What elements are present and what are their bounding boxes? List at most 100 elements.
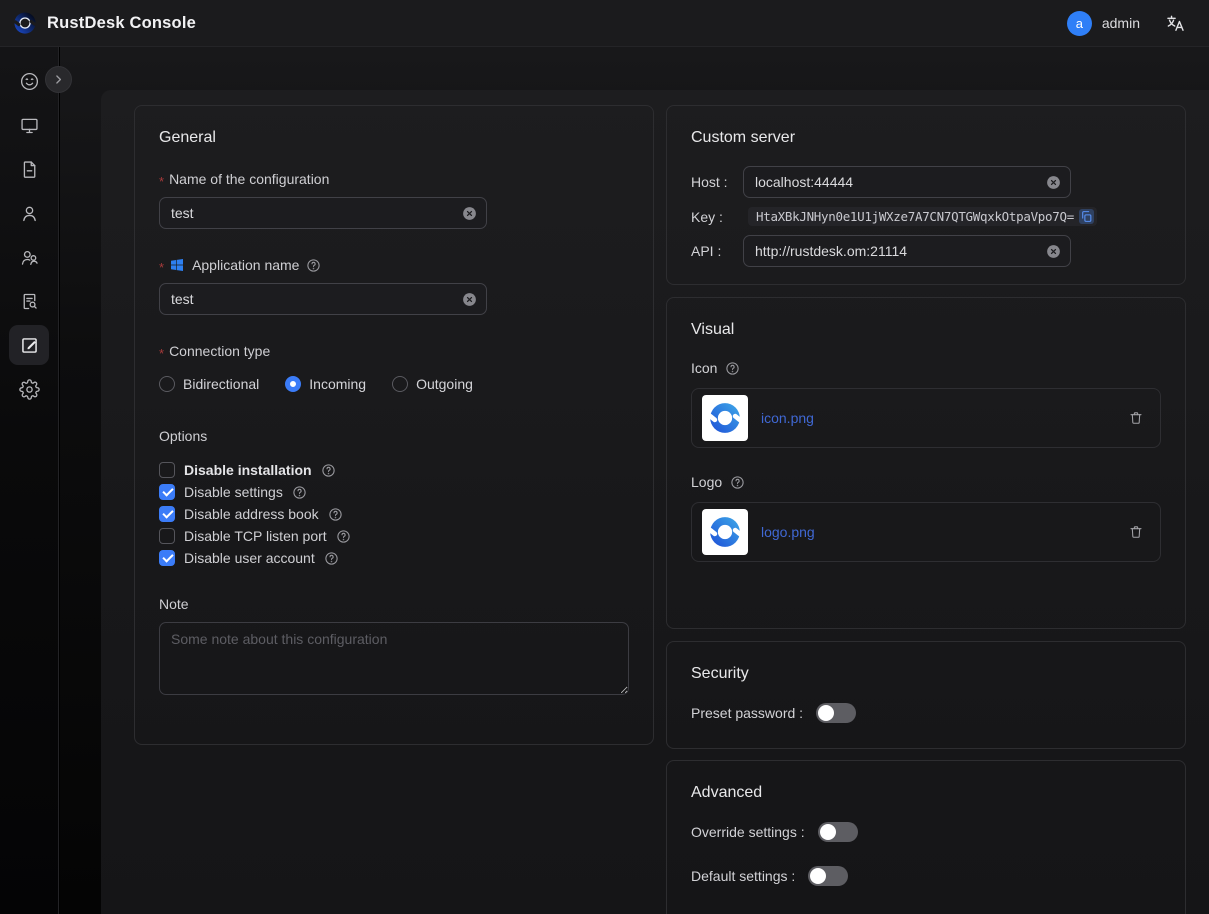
- app-name-label: * Application name: [159, 257, 629, 273]
- default-settings-toggle[interactable]: [808, 866, 848, 886]
- checkbox-disable-settings[interactable]: Disable settings: [159, 484, 629, 500]
- server-key: HtaXBkJNHyn0e1U1jWXze7A7CN7QTGWqxkOtpaVp…: [748, 207, 1097, 226]
- host-field: [743, 166, 1071, 198]
- sidebar-item-audit[interactable]: [9, 281, 49, 321]
- required-marker: *: [159, 260, 164, 275]
- top-bar: RustDesk Console a admin: [0, 0, 1209, 47]
- trash-icon[interactable]: [1128, 410, 1144, 426]
- checkbox-disable-address-book[interactable]: Disable address book: [159, 506, 629, 522]
- host-input[interactable]: [755, 174, 1040, 190]
- icon-preview: [702, 395, 748, 441]
- logo-preview: [702, 509, 748, 555]
- checkbox-disable-user-account[interactable]: Disable user account: [159, 550, 629, 566]
- help-icon[interactable]: [725, 361, 740, 376]
- user-menu[interactable]: a admin: [1067, 11, 1140, 36]
- edit-icon: [19, 335, 40, 356]
- sidebar-item-settings[interactable]: [9, 369, 49, 409]
- chevron-right-icon: [52, 73, 65, 86]
- windows-icon: [169, 257, 185, 273]
- app-name-field: [159, 283, 487, 315]
- icon-label: Icon: [691, 360, 1161, 376]
- options-list: Disable installation Disable settings Di…: [159, 462, 629, 566]
- checkbox-icon[interactable]: [159, 528, 175, 544]
- clear-icon[interactable]: [1045, 243, 1062, 260]
- advanced-card: Advanced Override settings : Default set…: [666, 760, 1186, 914]
- help-icon[interactable]: [324, 551, 339, 566]
- sidebar-collapse-button[interactable]: [45, 66, 72, 93]
- general-title: General: [159, 129, 629, 147]
- smiley-icon: [19, 71, 40, 92]
- logo-file-item: logo.png: [691, 502, 1161, 562]
- radio-icon[interactable]: [285, 376, 301, 392]
- checkbox-icon[interactable]: [159, 506, 175, 522]
- checkbox-icon[interactable]: [159, 484, 175, 500]
- sidebar-item-users[interactable]: [9, 193, 49, 233]
- required-marker: *: [159, 346, 164, 361]
- preset-password-toggle[interactable]: [816, 703, 856, 723]
- checkbox-disable-installation[interactable]: Disable installation: [159, 462, 629, 478]
- sidebar-item-devices[interactable]: [9, 105, 49, 145]
- avatar[interactable]: a: [1067, 11, 1092, 36]
- help-icon[interactable]: [321, 463, 336, 478]
- radio-bidirectional[interactable]: Bidirectional: [159, 376, 259, 392]
- checkbox-icon[interactable]: [159, 462, 175, 478]
- note-textarea[interactable]: [159, 622, 629, 695]
- main-background: General * Name of the configuration * Ap…: [60, 47, 1209, 914]
- checkbox-icon[interactable]: [159, 550, 175, 566]
- toggle-knob: [818, 705, 834, 721]
- icon-filename-link[interactable]: icon.png: [761, 410, 814, 426]
- options-label: Options: [159, 428, 629, 444]
- clear-icon[interactable]: [1045, 174, 1062, 191]
- rustdesk-logo-icon: [12, 10, 38, 36]
- api-input[interactable]: [755, 243, 1040, 259]
- trash-icon[interactable]: [1128, 524, 1144, 540]
- api-row: API :: [691, 235, 1161, 267]
- api-field: [743, 235, 1071, 267]
- checkbox-disable-tcp-listen-port[interactable]: Disable TCP listen port: [159, 528, 629, 544]
- translate-icon[interactable]: [1166, 14, 1185, 33]
- security-card: Security Preset password :: [666, 641, 1186, 749]
- radio-incoming[interactable]: Incoming: [285, 376, 366, 392]
- override-settings-toggle[interactable]: [818, 822, 858, 842]
- sidebar: [0, 47, 59, 914]
- config-name-input[interactable]: [171, 205, 456, 221]
- toggle-knob: [820, 824, 836, 840]
- app-title: RustDesk Console: [47, 14, 196, 33]
- help-icon[interactable]: [328, 507, 343, 522]
- radio-icon[interactable]: [392, 376, 408, 392]
- clear-icon[interactable]: [461, 291, 478, 308]
- visual-title: Visual: [691, 321, 1161, 339]
- config-name-label: * Name of the configuration: [159, 171, 629, 187]
- general-card: General * Name of the configuration * Ap…: [134, 105, 654, 745]
- override-settings-row: Override settings :: [691, 822, 1161, 842]
- note-label: Note: [159, 596, 629, 612]
- logo-filename-link[interactable]: logo.png: [761, 524, 815, 540]
- copy-icon[interactable]: [1079, 209, 1094, 224]
- help-icon[interactable]: [336, 529, 351, 544]
- radio-outgoing[interactable]: Outgoing: [392, 376, 473, 392]
- security-title: Security: [691, 665, 1161, 683]
- key-label: Key :: [691, 209, 743, 225]
- icon-file-item: icon.png: [691, 388, 1161, 448]
- radio-icon[interactable]: [159, 376, 175, 392]
- key-row: Key : HtaXBkJNHyn0e1U1jWXze7A7CN7QTGWqxk…: [691, 207, 1161, 226]
- gear-icon: [19, 379, 40, 400]
- app-name-input[interactable]: [171, 291, 456, 307]
- default-settings-row: Default settings :: [691, 866, 1161, 886]
- toggle-knob: [810, 868, 826, 884]
- clear-icon[interactable]: [461, 205, 478, 222]
- help-icon[interactable]: [292, 485, 307, 500]
- group-icon: [19, 247, 40, 268]
- sidebar-item-documents[interactable]: [9, 149, 49, 189]
- sidebar-item-custom-client[interactable]: [9, 325, 49, 365]
- help-icon[interactable]: [306, 258, 321, 273]
- override-settings-label: Override settings :: [691, 824, 805, 840]
- monitor-icon: [19, 115, 40, 136]
- help-icon[interactable]: [730, 475, 745, 490]
- sidebar-item-groups[interactable]: [9, 237, 49, 277]
- config-name-field: [159, 197, 487, 229]
- sidebar-item-overview[interactable]: [9, 61, 49, 101]
- brand: RustDesk Console: [12, 10, 196, 36]
- connection-type-radios: Bidirectional Incoming Outgoing: [159, 376, 629, 392]
- preset-password-label: Preset password :: [691, 705, 803, 721]
